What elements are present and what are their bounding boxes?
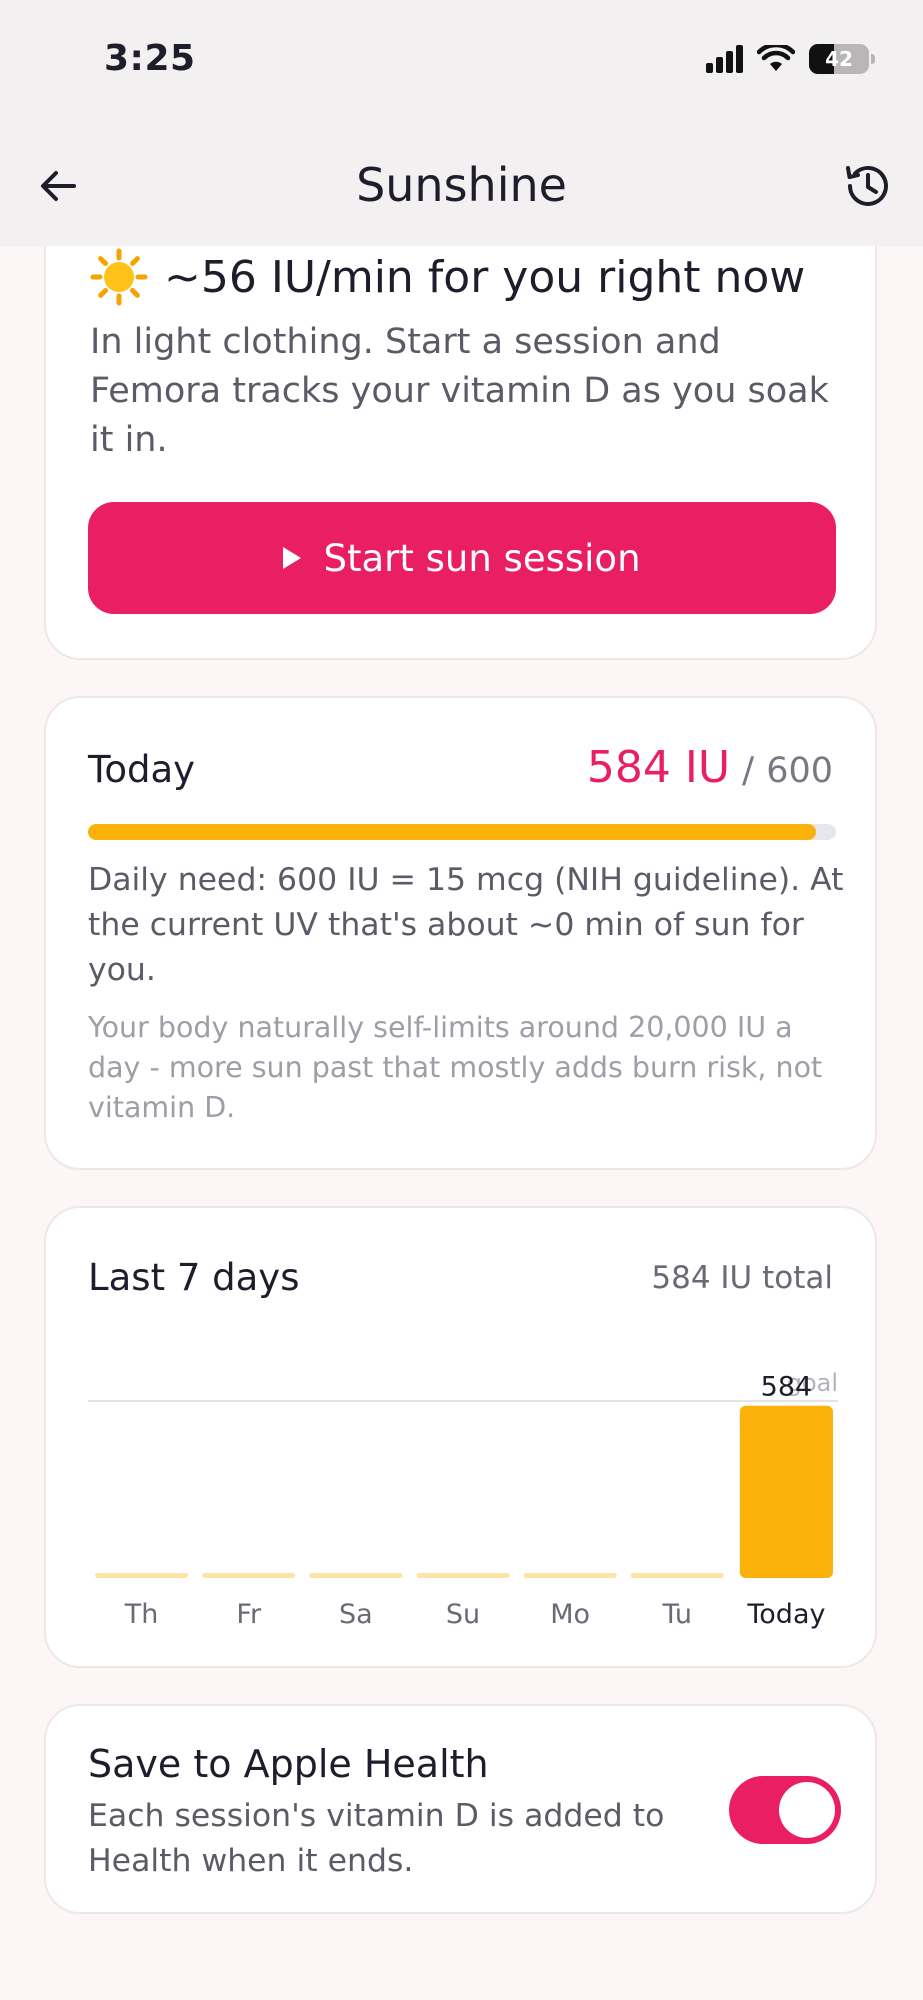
chart-category-label: Th (124, 1599, 159, 1630)
page-title: Sunshine (356, 158, 567, 212)
chart-bar-fr (202, 1573, 296, 1578)
chart-category-label: Today (746, 1599, 825, 1630)
status-time: 3:25 (104, 38, 196, 79)
chart-value-label: 584 (761, 1372, 813, 1403)
today-value: 584 IU / 600 (587, 742, 833, 793)
chart-bar-su (416, 1573, 510, 1578)
today-iu: 584 IU (586, 742, 731, 793)
today-separator: / (742, 750, 755, 791)
chart-bar-today (739, 1405, 833, 1578)
apple-health-card: Save to Apple Health Each session's vita… (44, 1704, 877, 1914)
battery-icon: 42 (809, 44, 875, 74)
chart-category-label: Tu (662, 1599, 693, 1630)
today-label: Today (88, 748, 196, 791)
chart-category-label: Mo (550, 1599, 590, 1630)
week-label: Last 7 days (88, 1256, 300, 1299)
daily-progress-fill (88, 824, 816, 840)
start-sun-session-label: Start sun session (323, 536, 641, 580)
apple-health-description: Each session's vitamin D is added to Hea… (88, 1798, 665, 1879)
chart-category-label: Su (446, 1599, 480, 1630)
self-limit-text: Your body naturally self-limits around 2… (88, 1011, 823, 1124)
apple-health-toggle[interactable] (729, 1776, 841, 1844)
status-icons: 42 (706, 44, 875, 74)
history-icon[interactable] (841, 160, 893, 212)
cellular-signal-icon (706, 45, 743, 73)
apple-health-title: Save to Apple Health (88, 1742, 489, 1786)
sun-emoji-icon (90, 248, 148, 306)
today-goal: 600 (766, 751, 833, 791)
chart-bar-sa (309, 1573, 403, 1578)
daily-progress-bar (88, 824, 836, 840)
chart-bar-mo (523, 1573, 617, 1578)
battery-level: 42 (825, 47, 853, 71)
sun-session-description: In light clothing. Start a session and F… (90, 322, 829, 460)
daily-need-text: Daily need: 600 IU = 15 mcg (NIH guideli… (88, 862, 844, 988)
nav-bar: Sunshine (0, 120, 923, 246)
today-card: Today 584 IU / 600 Daily need: 600 IU = … (44, 696, 877, 1170)
chart-svg: goalTh Fr Sa Su Mo Tu584Today (88, 1369, 838, 1630)
week-total: 584 IU total (651, 1260, 833, 1296)
vitamin-d-rate: ~56 IU/min for you right now (164, 251, 806, 303)
chart-category-label: Sa (339, 1599, 373, 1630)
wifi-icon (757, 45, 795, 71)
toggle-knob (779, 1782, 835, 1838)
rate-row: ~56 IU/min for you right now (90, 248, 805, 306)
last-7-days-card: Last 7 days 584 IU total goal Th Fr Sa Su Mo T… (44, 1206, 877, 1668)
play-icon (283, 547, 302, 569)
weekly-bar-chart: goal Th Fr Sa Su Mo Tu 584 Today (88, 1358, 838, 1638)
sun-rate-card: ~56 IU/min for you right now In light cl… (44, 190, 877, 660)
status-bar: 3:25 42 (0, 0, 923, 120)
chart-bar-tu (630, 1573, 724, 1578)
chart-category-label: Fr (236, 1599, 262, 1630)
chart-bar-th (95, 1573, 189, 1578)
start-sun-session-button[interactable]: Start sun session (88, 502, 836, 614)
